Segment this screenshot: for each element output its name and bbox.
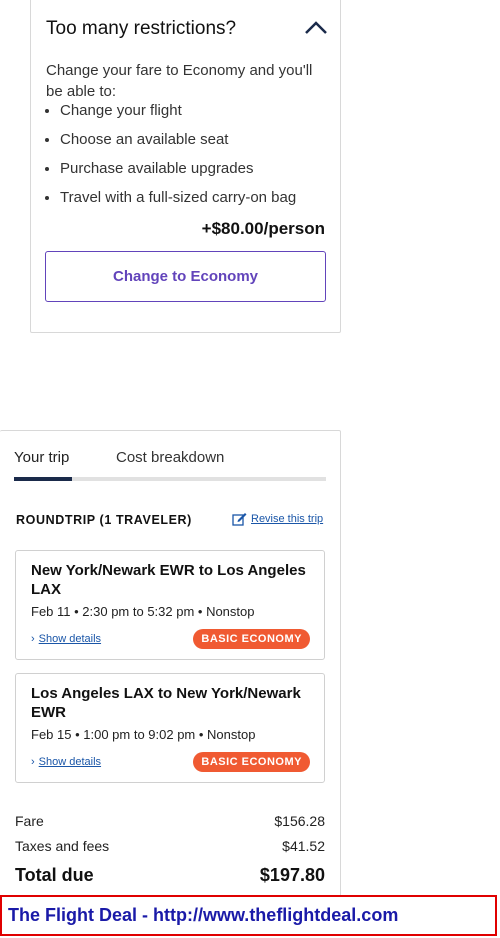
benefit-item: Travel with a full-sized carry-on bag	[60, 187, 296, 216]
total-label: Total due	[15, 865, 94, 885]
benefit-item: Change your flight	[60, 100, 296, 129]
segment-time: Feb 11 • 2:30 pm to 5:32 pm • Nonstop	[31, 604, 255, 619]
chevron-up-icon[interactable]	[304, 19, 328, 35]
total-value: $197.80	[259, 865, 325, 885]
taxes-label: Taxes and fees	[15, 838, 110, 854]
total-row: Total due $197.80	[15, 865, 325, 886]
taxes-value: $41.52	[282, 838, 325, 854]
revise-trip-link[interactable]: Revise this trip	[232, 512, 323, 526]
show-details-link[interactable]: › Show details	[31, 756, 101, 768]
fare-row: Fare $156.28	[15, 813, 325, 829]
flight-deal-banner: The Flight Deal - http://www.theflightde…	[0, 895, 497, 936]
fare-class-badge: BASIC ECONOMY	[193, 629, 310, 649]
fare-label: Fare	[15, 813, 44, 829]
show-details-label: Show details	[38, 756, 102, 768]
benefit-item: Choose an available seat	[60, 129, 296, 158]
show-details-label: Show details	[38, 633, 102, 645]
tab-your-trip[interactable]: Your trip	[14, 449, 72, 481]
banner-text: The Flight Deal - http://www.theflightde…	[8, 905, 399, 925]
chevron-right-icon: ›	[31, 756, 35, 768]
change-to-economy-button[interactable]: Change to Economy	[45, 251, 326, 302]
show-details-link[interactable]: › Show details	[31, 633, 101, 645]
benefits-list: Change your flight Choose an available s…	[46, 100, 296, 216]
trip-summary-card: Your trip Cost breakdown ROUNDTRIP (1 TR…	[0, 430, 341, 900]
fare-value: $156.28	[274, 813, 325, 829]
taxes-row: Taxes and fees $41.52	[15, 838, 325, 854]
revise-trip-label: Revise this trip	[251, 513, 324, 525]
upgrade-price: +$80.00/person	[201, 219, 325, 238]
flight-segment: New York/Newark EWR to Los Angeles LAX F…	[15, 550, 325, 660]
tab-cost-breakdown[interactable]: Cost breakdown	[116, 449, 224, 477]
edit-icon	[232, 513, 247, 526]
chevron-right-icon: ›	[31, 633, 35, 645]
segment-route: Los Angeles LAX to New York/Newark EWR	[31, 685, 301, 721]
trip-tabs: Your trip Cost breakdown	[14, 449, 326, 481]
segment-time: Feb 15 • 1:00 pm to 9:02 pm • Nonstop	[31, 727, 256, 742]
trip-type-label: ROUNDTRIP (1 TRAVELER)	[16, 513, 192, 527]
restrictions-card: Too many restrictions? Change your fare …	[30, 0, 341, 333]
flight-segment: Los Angeles LAX to New York/Newark EWR F…	[15, 673, 325, 783]
benefit-item: Purchase available upgrades	[60, 158, 296, 187]
segment-route: New York/Newark EWR to Los Angeles LAX	[31, 562, 306, 598]
fare-class-badge: BASIC ECONOMY	[193, 752, 310, 772]
restrictions-intro: Change your fare to Economy and you'll b…	[46, 62, 313, 100]
restrictions-title: Too many restrictions?	[46, 18, 237, 39]
